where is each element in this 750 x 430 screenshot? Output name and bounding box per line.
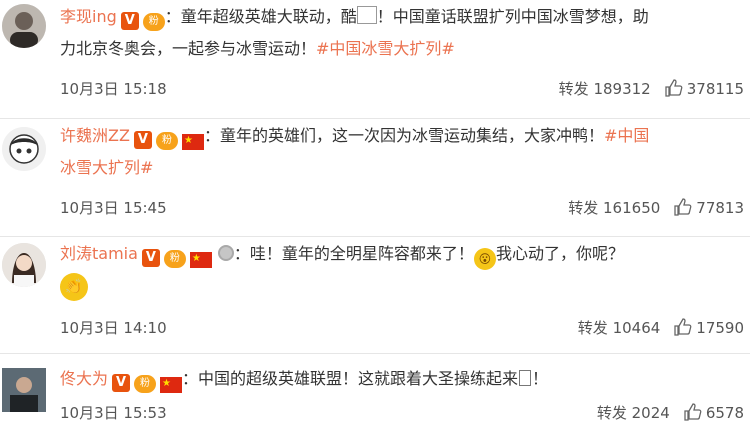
verified-badge-icon: V [141, 249, 160, 267]
fan-badge-icon: 粉 [142, 13, 165, 31]
avatar[interactable] [2, 127, 46, 171]
missing-glyph-icon [519, 370, 532, 386]
repost-label: 转发 [596, 404, 627, 422]
surprised-emoji-icon: 😮 [473, 248, 496, 270]
comment-text: ：童年超级英雄大联动，酷 [164, 7, 357, 26]
comment-item: 李现ing V 粉：童年超级英雄大联动，酷 ！中国童话联盟扩列中国冰雪梦想，助 力北京… [0, 0, 750, 118]
comment-item: 许魏洲ZZ V 粉 ★ ：童年的英雄们，这一次因为冰雪运动集结，大家冲鸭！#中国 冰雪大… [0, 119, 750, 236]
username[interactable]: 佟大为 [60, 369, 108, 388]
comment-text-cont: 我心动了，你呢？ [495, 244, 624, 263]
china-flag-icon: ★ [181, 134, 204, 150]
avatar[interactable] [2, 4, 46, 48]
like-thumb-icon[interactable] [665, 79, 683, 97]
repost-button[interactable]: 转发 189312 [559, 80, 651, 98]
verified-badge-icon: V [112, 374, 131, 392]
repost-count: 2024 [631, 404, 670, 422]
repost-count: 161650 [603, 199, 661, 217]
fan-badge-icon: 粉 [155, 132, 178, 150]
hashtag-link-cont[interactable]: 冰雪大扩列# [60, 158, 153, 177]
cool-emoji-icon [356, 6, 377, 24]
avatar[interactable] [2, 243, 46, 287]
timestamp: 10月3日 15:45 [60, 199, 167, 217]
username[interactable]: 刘涛tamia [60, 244, 138, 263]
fan-badge-icon: 粉 [134, 375, 157, 393]
repost-count: 10464 [612, 319, 661, 337]
comment-text-cont: ！中国童话联盟扩列中国冰雪梦想，助 [376, 7, 649, 26]
repost-count: 189312 [593, 80, 651, 98]
verified-badge-icon: V [120, 12, 139, 30]
repost-label: 转发 [568, 199, 599, 217]
like-count: 378115 [686, 80, 744, 98]
like-count: 6578 [705, 404, 744, 422]
medal-icon [217, 245, 234, 261]
like-thumb-icon[interactable] [674, 198, 692, 216]
username[interactable]: 李现ing [60, 7, 117, 26]
repost-label: 转发 [577, 319, 608, 337]
comment-item: 佟大为 V 粉 ★ ：中国的超级英雄联盟！这就跟着大圣操练起来 ！ 10月3日 15:53… [0, 354, 750, 430]
comment-text: ：哇！童年的全明星阵容都来了！ [233, 244, 474, 263]
repost-button[interactable]: 转发 2024 [597, 404, 670, 422]
timestamp: 10月3日 15:18 [60, 80, 167, 98]
timestamp: 10月3日 15:53 [60, 404, 167, 422]
verified-badge-icon: V [133, 131, 152, 149]
like-count: 17590 [696, 319, 744, 337]
avatar[interactable] [2, 368, 46, 412]
like-thumb-icon[interactable] [684, 403, 702, 421]
china-flag-icon: ★ [160, 377, 183, 393]
comment-text: ：中国的超级英雄联盟！这就跟着大圣操练起来 [182, 369, 519, 388]
fan-badge-icon: 粉 [163, 250, 186, 268]
repost-label: 转发 [558, 80, 589, 98]
like-count: 77813 [696, 199, 744, 217]
hashtag-link[interactable]: #中国 [604, 126, 649, 145]
comment-item: 刘涛tamia V 粉 ★ ：哇！童年的全明星阵容都来了！ 😮 我心动了，你呢？ 👏 10月… [0, 237, 750, 353]
clapping-emoji-icon: 👏 [60, 273, 88, 301]
china-flag-icon: ★ [189, 252, 212, 268]
comment-text-cont: ！ [532, 369, 549, 388]
repost-button[interactable]: 转发 10464 [578, 319, 661, 337]
comment-text-line2: 力北京冬奥会，一起参与冰雪运动！ [60, 39, 317, 58]
timestamp: 10月3日 14:10 [60, 319, 167, 337]
comment-text: ：童年的英雄们，这一次因为冰雪运动集结，大家冲鸭！ [203, 126, 604, 145]
username[interactable]: 许魏洲ZZ [60, 126, 130, 145]
like-thumb-icon[interactable] [674, 318, 692, 336]
repost-button[interactable]: 转发 161650 [568, 199, 660, 217]
hashtag-link[interactable]: #中国冰雪大扩列# [316, 39, 455, 58]
